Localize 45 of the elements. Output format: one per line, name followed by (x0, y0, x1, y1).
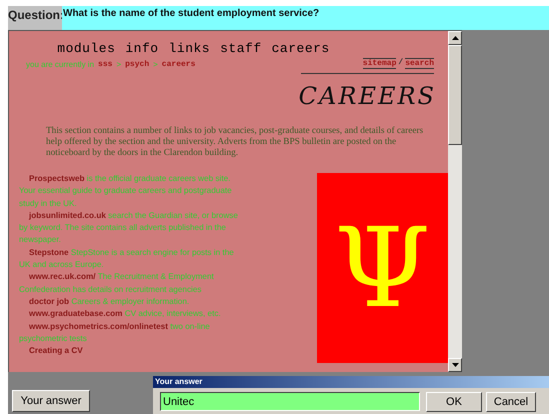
link[interactable]: jobsunlimited.co.uk (29, 210, 106, 220)
link[interactable]: www.psychometrics.com/onlinetest (29, 322, 168, 331)
your-answer-button[interactable]: Your answer (12, 390, 90, 412)
link-separator: / (397, 58, 404, 69)
link-entry: doctor job Careers & employer information. (28, 296, 190, 308)
breadcrumb-link[interactable]: careers (162, 60, 196, 69)
nav-link[interactable]: staff (220, 41, 262, 56)
link[interactable]: Prospectsweb (29, 174, 85, 183)
link[interactable]: Creating a CV (29, 346, 83, 356)
link[interactable]: Stepstone (29, 248, 69, 257)
nav-link[interactable]: careers (272, 41, 330, 56)
nav-link[interactable]: info (125, 41, 159, 56)
dialog-title: Your answer (153, 376, 549, 388)
link-entry: www.rec.uk.com/ The Recruitment & Employment Confederation has details on recruitment agencies (19, 271, 215, 296)
question-text: What is the name of the student employment service? (62, 6, 549, 30)
question-label: Question: (8, 6, 62, 30)
breadcrumb-link[interactable]: psych (125, 60, 150, 69)
link-entry: www.graduatebase.com CV advice, interviews, etc. (28, 308, 222, 320)
scroll-up-button[interactable] (448, 31, 462, 45)
link[interactable]: doctor job (29, 296, 70, 306)
cancel-button[interactable]: Cancel (486, 392, 536, 412)
link-entry: www.psychometrics.com/onlinetest two on-line psychometric tests (19, 320, 211, 345)
up-arrow-icon (452, 36, 458, 40)
utility-link[interactable]: search (405, 58, 434, 69)
breadcrumb-separator: > (153, 60, 158, 69)
answer-field[interactable]: Unitec (160, 392, 420, 411)
nav-link[interactable]: modules (57, 41, 116, 56)
utility-link[interactable]: sitemap (362, 58, 396, 69)
scroll-down-button[interactable] (448, 358, 462, 372)
ok-button[interactable]: OK (426, 392, 482, 412)
vertical-scrollbar[interactable] (448, 31, 462, 372)
breadcrumb-link[interactable]: sss (98, 60, 112, 69)
link-entry: Prospectsweb is the official graduate careers web site. Your essential guide to graduate careers and postgraduate study in the UK. (19, 173, 233, 210)
page-heading: CAREERS (298, 81, 436, 112)
psi-symbol: Ψ (334, 213, 431, 323)
down-arrow-icon (452, 363, 458, 367)
breadcrumb-label: you are currently in (26, 60, 94, 69)
scrollbar-thumb[interactable] (448, 45, 462, 145)
breadcrumb-separator: > (116, 60, 122, 69)
link[interactable]: www.rec.uk.com/ (29, 272, 96, 282)
nav-link[interactable]: links (168, 41, 210, 56)
link-entry: jobsunlimited.co.uk search the Guardian site, or browse by keyword. The site contains all adverts published in the newspaper. (19, 210, 239, 246)
link-entry: Stepstone StepStone is a search engine for posts in the UK and across Europe. (19, 246, 235, 272)
link[interactable]: www.graduatebase.com (29, 309, 122, 318)
intro-paragraph: This section contains a number of links to job vacancies, post-graduate courses, and details of careers help offered by the section and the university. Adverts from the BPS bulletin are posted on the noticeboard by the doors in the Clarendon building. (46, 126, 424, 159)
